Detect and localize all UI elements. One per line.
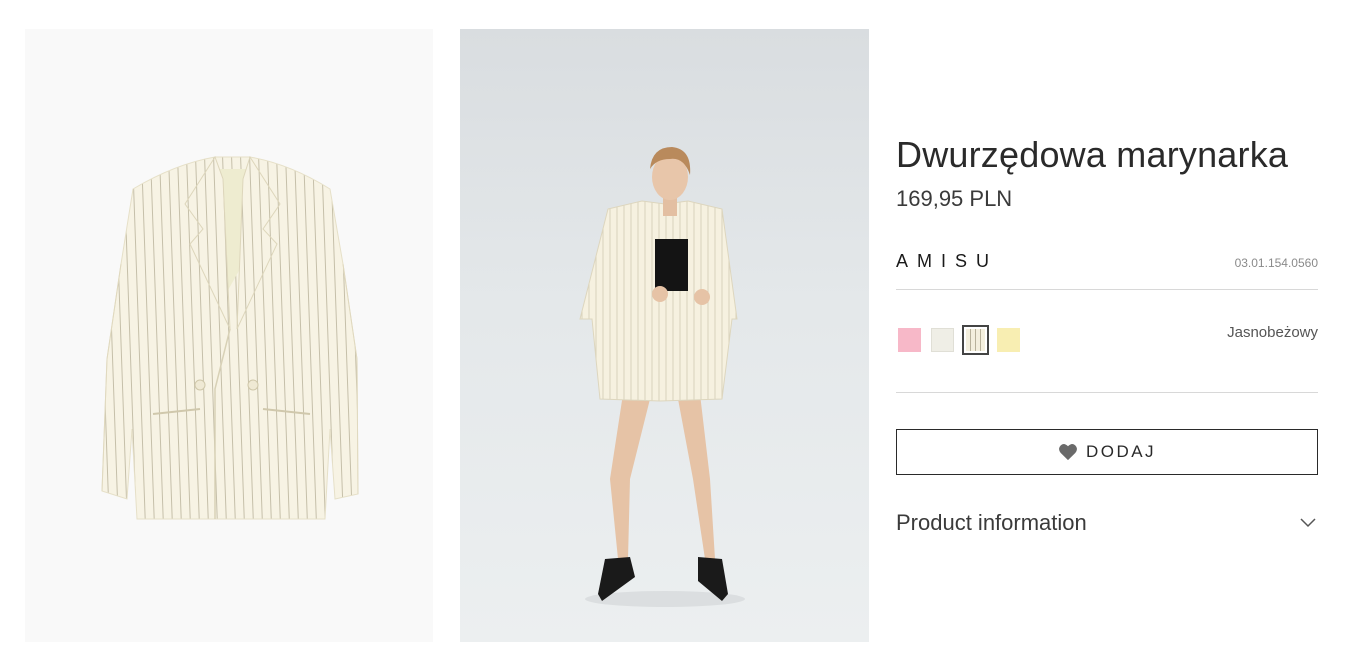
swatch-chip	[898, 328, 921, 352]
color-swatch-pink[interactable]	[896, 325, 923, 355]
add-to-wishlist-button[interactable]: DODAJ	[896, 429, 1318, 475]
product-title: Dwurzędowa marynarka	[896, 134, 1289, 175]
color-swatch-off-white[interactable]	[929, 325, 956, 355]
swatch-chip	[966, 329, 985, 351]
divider	[896, 289, 1318, 290]
accordion-label: Product information	[896, 510, 1087, 535]
heart-icon	[1058, 444, 1077, 461]
model-illustration	[579, 147, 745, 607]
product-price: 169,95 PLN	[896, 186, 1013, 211]
swatch-chip	[931, 328, 954, 352]
brand-link[interactable]: AMISU	[896, 251, 998, 272]
color-swatch-yellow[interactable]	[995, 325, 1022, 355]
product-information-accordion[interactable]: Product information	[896, 510, 1318, 544]
selected-color-name: Jasnobeżowy	[1227, 324, 1318, 341]
product-info-panel: Dwurzędowa marynarka 169,95 PLN AMISU 03…	[896, 0, 1318, 670]
swatch-chip	[997, 328, 1020, 352]
divider	[896, 392, 1318, 393]
product-image-blazer[interactable]	[25, 29, 433, 642]
chevron-down-icon	[1300, 518, 1316, 528]
product-image-model[interactable]	[460, 29, 869, 642]
color-swatches	[896, 325, 1022, 355]
color-swatch-light-beige[interactable]	[962, 325, 989, 355]
product-sku: 03.01.154.0560	[1234, 256, 1318, 270]
blazer-illustration	[101, 155, 359, 520]
add-button-label: DODAJ	[1085, 442, 1157, 461]
